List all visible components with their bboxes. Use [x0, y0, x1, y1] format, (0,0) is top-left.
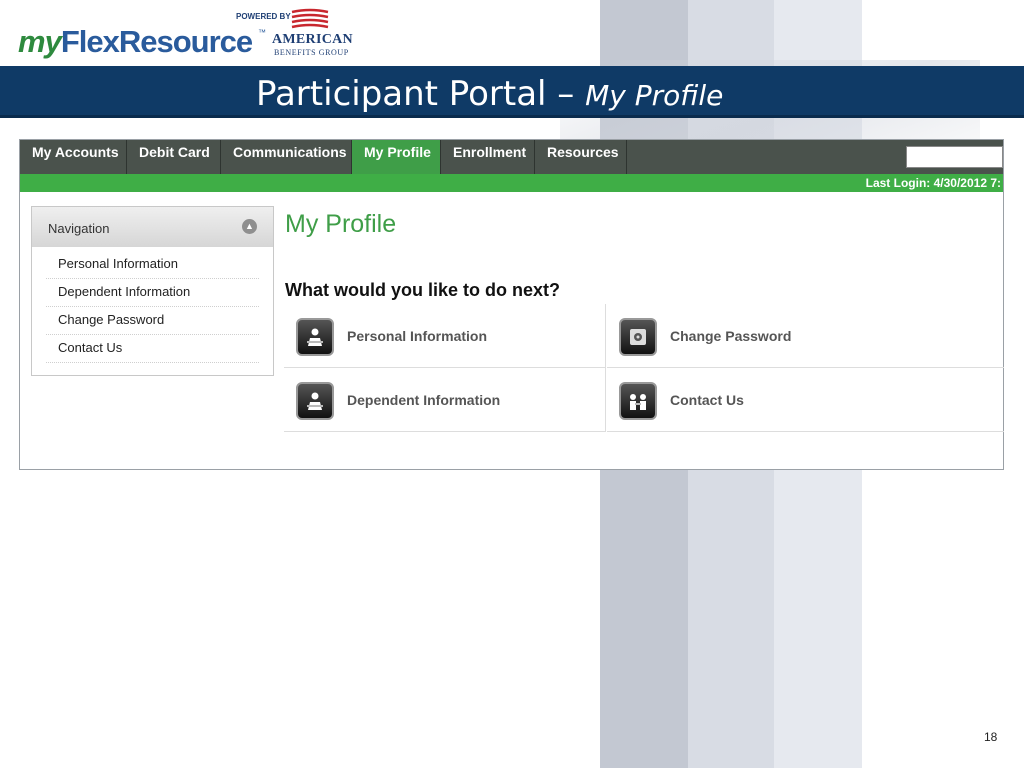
portal-window: My Accounts Debit Card Communications My…	[19, 139, 1004, 470]
flag-icon	[291, 8, 329, 29]
people-talking-icon	[619, 382, 657, 420]
page-title: My Profile	[285, 210, 397, 238]
powered-by-label: POWERED BY	[236, 12, 291, 21]
option-personal-information[interactable]: Personal Information	[284, 304, 606, 368]
nav-item-dependent-information[interactable]: Dependent Information	[46, 279, 259, 307]
option-contact-us[interactable]: Contact Us	[607, 368, 1004, 432]
nav-item-personal-information[interactable]: Personal Information	[46, 251, 259, 279]
navigation-list: Personal Information Dependent Informati…	[32, 251, 273, 363]
option-label: Change Password	[670, 328, 792, 344]
options-grid: Personal Information Change Password Dep…	[284, 304, 1004, 432]
slide-page-number: 18	[984, 730, 998, 744]
last-login-text: Last Login: 4/30/2012 7:	[865, 176, 1001, 190]
slide-title: Participant Portal – My Profile	[256, 74, 724, 114]
myflexresource-logo: myFlexResource ™ POWERED BY AMERICAN BEN…	[18, 8, 358, 64]
nav-item-contact-us[interactable]: Contact Us	[46, 335, 259, 363]
tab-debit-card[interactable]: Debit Card	[127, 140, 221, 174]
abg-name-line1: AMERICAN	[272, 32, 353, 47]
option-label: Personal Information	[347, 328, 488, 344]
person-at-desk-icon	[296, 318, 334, 356]
navigation-header[interactable]: Navigation ▲	[32, 207, 273, 247]
tab-my-accounts[interactable]: My Accounts	[20, 140, 127, 174]
trademark: ™	[258, 28, 266, 37]
safe-lock-icon	[619, 318, 657, 356]
option-label: Contact Us	[670, 392, 744, 408]
main-tab-bar: My Accounts Debit Card Communications My…	[20, 140, 1003, 174]
person-at-desk-icon	[296, 382, 334, 420]
tab-communications[interactable]: Communications	[221, 140, 352, 174]
tab-enrollment[interactable]: Enrollment	[441, 140, 535, 174]
nav-item-change-password[interactable]: Change Password	[46, 307, 259, 335]
option-dependent-information[interactable]: Dependent Information	[284, 368, 606, 432]
tab-my-profile[interactable]: My Profile	[352, 140, 441, 174]
option-change-password[interactable]: Change Password	[607, 304, 1004, 368]
page-subheading: What would you like to do next?	[285, 280, 560, 300]
collapse-chevron-up-icon[interactable]: ▲	[242, 219, 257, 234]
navigation-title: Navigation	[48, 221, 110, 236]
option-label: Dependent Information	[347, 392, 501, 408]
status-bar: Last Login: 4/30/2012 7:	[20, 174, 1003, 192]
abg-name-line2: BENEFITS GROUP	[274, 48, 349, 57]
navigation-panel: Navigation ▲ Personal Information Depend…	[31, 206, 274, 376]
brand-name: myFlexResource	[18, 24, 253, 59]
tab-resources[interactable]: Resources	[535, 140, 627, 174]
search-input[interactable]	[906, 146, 1003, 168]
slide-title-bar: Participant Portal – My Profile	[0, 66, 1024, 118]
